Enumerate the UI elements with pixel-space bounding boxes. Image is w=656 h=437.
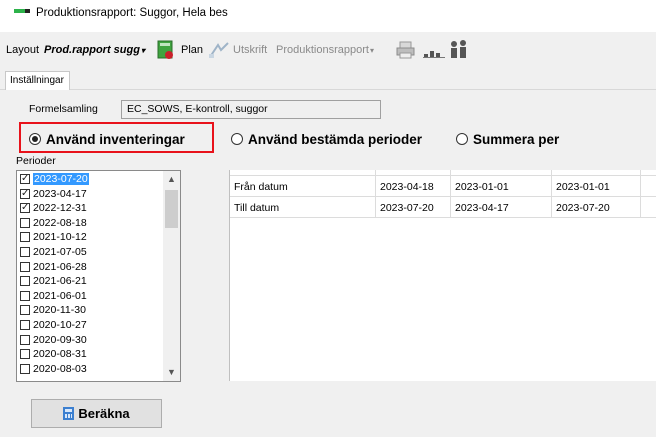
- period-date: 2020-09-30: [33, 333, 87, 346]
- checkbox-icon[interactable]: [20, 349, 30, 360]
- grid-cell[interactable]: 2023-01-01: [451, 176, 552, 197]
- period-item[interactable]: 2021-06-21: [18, 275, 164, 288]
- periods-label: Perioder: [16, 155, 56, 167]
- chevron-up-icon[interactable]: ▲: [163, 171, 180, 188]
- radio-use-inventories[interactable]: Använd inventeringar: [29, 127, 185, 151]
- window-title: Produktionsrapport: Suggor, Hela bes: [36, 7, 228, 19]
- chart-bars-icon[interactable]: [423, 41, 445, 62]
- checkbox-icon[interactable]: [20, 363, 30, 374]
- period-item[interactable]: 2020-09-30: [18, 334, 164, 347]
- period-item[interactable]: 2022-12-31: [18, 202, 164, 215]
- grid-cell[interactable]: 2023-07-20: [376, 197, 451, 218]
- period-item[interactable]: 2020-08-03: [18, 363, 164, 376]
- grid-cell[interactable]: [641, 197, 656, 218]
- print-icon[interactable]: [396, 41, 416, 62]
- periods-scrollbar[interactable]: ▲ ▼: [163, 171, 180, 381]
- radio-unselected-icon: [456, 133, 468, 145]
- toolbar: Layout Prod.rapport sugg▾ Plan Utskrift …: [0, 38, 656, 64]
- chevron-down-icon[interactable]: ▼: [163, 364, 180, 381]
- period-item[interactable]: 2021-10-12: [18, 231, 164, 244]
- periods-list[interactable]: 2023-07-20 2023-04-17 2022-12-312022-08-18…: [16, 170, 181, 382]
- title-bar: Produktionsrapport: Suggor, Hela bes: [0, 0, 656, 32]
- radio-sum-per[interactable]: Summera per: [456, 127, 559, 151]
- checkbox-icon[interactable]: [20, 290, 30, 301]
- period-date: 2021-07-05: [33, 246, 87, 258]
- checkbox-icon[interactable]: [20, 276, 30, 287]
- report-dropdown[interactable]: Produktionsrapport▾: [276, 44, 374, 56]
- period-item[interactable]: 2020-11-30: [18, 304, 164, 317]
- period-date: 2021-06-01: [33, 289, 87, 302]
- checkbox-checked-icon[interactable]: [20, 173, 30, 185]
- period-item[interactable]: 2023-04-17: [18, 188, 164, 201]
- tab-installningar[interactable]: Inställningar: [5, 71, 70, 91]
- period-date: 2020-11-30: [33, 304, 86, 317]
- grid-cell[interactable]: 2023-07-20: [552, 197, 641, 218]
- layout-dropdown[interactable]: Prod.rapport sugg▾: [44, 44, 145, 56]
- tab-strip: Inställningar: [0, 68, 656, 91]
- calculate-button[interactable]: Beräkna: [31, 399, 162, 428]
- grid-cell[interactable]: 2023-01-01: [552, 176, 641, 197]
- checkbox-icon[interactable]: [20, 305, 30, 316]
- period-item[interactable]: 2020-10-27: [18, 319, 164, 332]
- radio-unselected-icon: [231, 133, 243, 145]
- chevron-down-icon: ▾: [369, 46, 374, 55]
- radio-use-fixed-periods[interactable]: Använd bestämda perioder: [231, 127, 422, 151]
- formula-label: Formelsamling: [29, 103, 98, 115]
- period-date: 2022-08-18: [33, 216, 87, 229]
- checkbox-icon[interactable]: [20, 334, 30, 345]
- checkbox-icon[interactable]: [20, 247, 30, 257]
- layout-label: Layout: [6, 44, 40, 56]
- periods-grid: Från datum 2023-04-18 2023-01-01 2023-01-01…: [229, 170, 656, 381]
- calculator-icon: [63, 407, 75, 420]
- report-build-icon[interactable]: [157, 40, 175, 63]
- period-item[interactable]: 2021-07-05: [18, 246, 164, 259]
- period-date: 2021-10-12: [33, 231, 87, 244]
- checkbox-icon[interactable]: [20, 232, 30, 243]
- scrollbar-thumb[interactable]: [165, 190, 178, 228]
- app-icon: [14, 9, 30, 13]
- print-button[interactable]: Utskrift: [233, 44, 267, 56]
- checkbox-icon[interactable]: [20, 261, 30, 272]
- period-date: 2020-08-03: [33, 362, 87, 375]
- formula-field: EC_SOWS, E-kontroll, suggor: [121, 100, 381, 119]
- checkbox-icon[interactable]: [20, 217, 30, 228]
- people-icon[interactable]: [447, 39, 471, 62]
- radio-selected-icon: [29, 133, 41, 145]
- period-item[interactable]: 2023-07-20: [18, 173, 164, 186]
- chevron-down-icon: ▾: [140, 46, 145, 55]
- period-date: 2023-04-17: [33, 187, 87, 200]
- period-item[interactable]: 2021-06-01: [18, 290, 164, 303]
- period-date: 2021-06-28: [33, 260, 87, 273]
- checkbox-checked-icon[interactable]: [20, 202, 30, 214]
- plan-icon: [208, 41, 230, 62]
- grid-cell[interactable]: 2023-04-18: [376, 176, 451, 197]
- period-item[interactable]: 2022-08-18: [18, 217, 164, 230]
- checkbox-checked-icon[interactable]: [20, 188, 30, 200]
- grid-row-label: Från datum: [230, 176, 376, 197]
- period-date: 2020-08-31: [33, 348, 87, 361]
- grid-cell[interactable]: [641, 176, 656, 197]
- period-date: 2020-10-27: [33, 319, 87, 331]
- grid-cell[interactable]: 2023-04-17: [451, 197, 552, 218]
- period-date: 2023-07-20: [33, 173, 89, 185]
- plan-button[interactable]: Plan: [181, 44, 203, 56]
- grid-row-label: Till datum: [230, 197, 376, 218]
- period-date: 2021-06-21: [33, 275, 87, 288]
- period-item[interactable]: 2020-08-31: [18, 348, 164, 361]
- checkbox-icon[interactable]: [20, 320, 30, 330]
- period-item[interactable]: 2021-06-28: [18, 261, 164, 274]
- period-date: 2022-12-31: [33, 202, 87, 215]
